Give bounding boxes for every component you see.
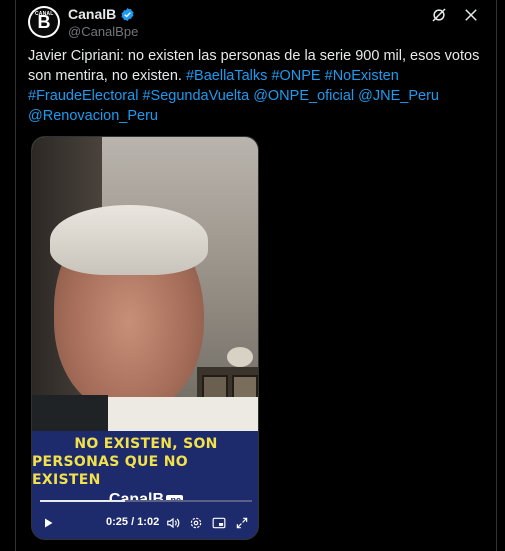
avatar[interactable]: CANAL B: [28, 6, 60, 38]
user-handle[interactable]: @CanalBpe: [68, 24, 138, 39]
progress-bar[interactable]: [40, 500, 252, 502]
video-player[interactable]: NO EXISTEN, SON PERSONAS QUE NO EXISTEN …: [31, 136, 259, 540]
hashtag-link[interactable]: #BaellaTalks: [186, 68, 267, 84]
volume-icon[interactable]: [166, 516, 180, 530]
mention-link[interactable]: @Renovacion_Peru: [28, 108, 158, 124]
fullscreen-icon[interactable]: [235, 516, 249, 530]
controls-row: 0:25 / 1:02: [32, 515, 258, 531]
mention-link[interactable]: @JNE_Peru: [358, 88, 439, 104]
avatar-small-text: CANAL: [35, 11, 54, 17]
caption-line-1: NO EXISTEN, SON: [74, 436, 218, 452]
time-display: 0:25 / 1:02: [106, 516, 160, 528]
video-background: [227, 347, 253, 367]
close-icon[interactable]: [462, 6, 480, 24]
grok-icon[interactable]: [430, 6, 448, 24]
tweet-header: CANAL B CanalB @CanalBpe: [28, 4, 484, 39]
hashtag-link[interactable]: #NoExisten: [325, 68, 399, 84]
video-overlay-box: [32, 395, 108, 435]
video-caption-banner: NO EXISTEN, SON PERSONAS QUE NO EXISTEN …: [32, 431, 258, 508]
verified-badge-icon: [121, 7, 134, 21]
hashtag-link[interactable]: #ONPE: [271, 68, 320, 84]
mention-link[interactable]: @ONPE_oficial: [253, 88, 354, 104]
display-name[interactable]: CanalB: [68, 6, 116, 22]
tweet-card: CANAL B CanalB @CanalBpe Javier Cipriani…: [15, 0, 497, 551]
hashtag-link[interactable]: #SegundaVuelta: [142, 88, 249, 104]
progress-fill: [40, 500, 126, 502]
settings-icon[interactable]: [189, 516, 203, 530]
avatar-logo: CANAL B: [30, 8, 58, 36]
caption-line-2: PERSONAS QUE NO EXISTEN: [32, 454, 188, 488]
picture-in-picture-icon[interactable]: [212, 516, 226, 530]
tweet-text: Javier Cipriani: no existen las personas…: [28, 46, 480, 126]
hashtag-link[interactable]: #FraudeElectoral: [28, 88, 138, 104]
speaker-hair: [50, 205, 208, 275]
play-icon[interactable]: [42, 517, 54, 529]
name-row: CanalB: [68, 6, 135, 22]
